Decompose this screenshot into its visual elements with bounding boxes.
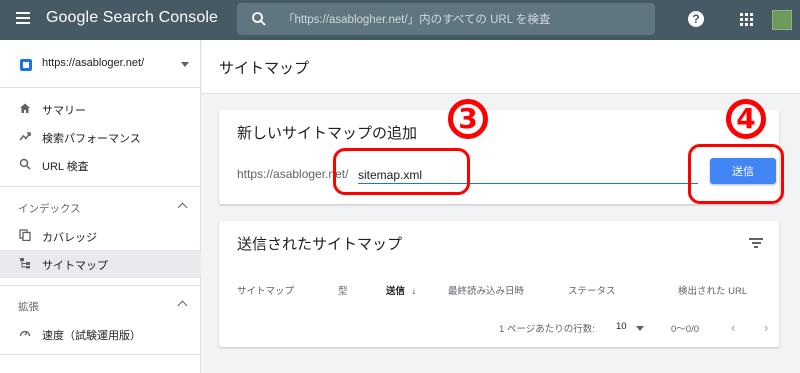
section-label: インデックス [18, 203, 81, 215]
section-index[interactable]: インデックス [0, 194, 201, 220]
help-icon[interactable]: ? [688, 11, 704, 27]
url-inspection-search[interactable]: 「https://asablogher.net/」内のすべての URL を検査 [237, 3, 655, 35]
search-icon [18, 158, 32, 172]
caret-down-icon[interactable] [181, 62, 189, 67]
sidebar-item-coverage[interactable]: カバレッジ [0, 222, 201, 250]
sidebar-item-label: サマリー [42, 105, 86, 117]
annotation-button-highlight [688, 144, 784, 204]
column-header-type[interactable]: 型 [338, 283, 348, 297]
sitemap-icon [18, 257, 32, 271]
apps-grid-icon[interactable] [740, 13, 754, 27]
add-sitemap-title: 新しいサイトマップの追加 [237, 125, 418, 142]
page-header: サイトマップ [202, 40, 800, 94]
sidebar-item-label: カバレッジ [42, 232, 97, 244]
sidebar-item-label: サイトマップ [42, 260, 108, 272]
trending-up-icon [18, 130, 32, 144]
property-icon [20, 59, 32, 71]
speed-icon [18, 327, 32, 341]
column-header-sitemap[interactable]: サイトマップ [237, 283, 294, 297]
submitted-sitemaps-title: 送信されたサイトマップ [237, 236, 403, 253]
annotation-label: 4 [726, 99, 766, 139]
annotation-number-4: 4 [726, 92, 766, 139]
column-header-discovered-urls[interactable]: 検出された URL [678, 283, 747, 297]
next-page-icon[interactable]: › [764, 320, 768, 335]
property-url: https://asabloger.net/ [42, 57, 145, 69]
annotation-number-3: 3 [448, 92, 488, 139]
sidebar-item-label: 速度（試験運用版） [42, 330, 141, 342]
sidebar-divider [0, 186, 201, 187]
submitted-sitemaps-card: 送信されたサイトマップ サイトマップ 型 送信 ↓ 最終読み込み日時 ステータス… [219, 221, 779, 347]
search-placeholder[interactable]: 「https://asablogher.net/」内のすべての URL を検査 [283, 11, 550, 27]
annotation-input-highlight [333, 148, 470, 195]
sidebar-item-sitemaps[interactable]: サイトマップ [0, 250, 201, 278]
home-icon [18, 102, 32, 116]
column-header-submitted[interactable]: 送信 ↓ [386, 283, 416, 297]
sidebar-item-label: URL 検査 [42, 161, 89, 173]
search-icon [252, 12, 266, 26]
rows-per-page-label: 1 ページあたりの行数: [499, 324, 595, 335]
menu-icon[interactable] [16, 12, 30, 26]
sidebar-item-label: 検索パフォーマンス [42, 133, 141, 145]
section-enhancements[interactable]: 拡張 [0, 292, 201, 318]
section-label: 拡張 [18, 301, 39, 313]
sitemap-url-prefix: https://asabloger.net/ [237, 167, 349, 181]
sidebar: https://asabloger.net/ サマリー 検索パフォーマンス UR… [0, 40, 201, 373]
chevron-up-icon[interactable] [177, 202, 188, 213]
sidebar-item-url-inspection[interactable]: URL 検査 [0, 151, 201, 179]
copy-icon [18, 229, 32, 243]
chevron-up-icon[interactable] [177, 300, 188, 311]
sidebar-divider [0, 285, 201, 286]
sidebar-divider [0, 354, 201, 355]
sidebar-item-summary[interactable]: サマリー [0, 95, 201, 123]
column-header-last-read[interactable]: 最終読み込み日時 [448, 283, 524, 297]
filter-icon[interactable] [749, 238, 763, 248]
account-avatar[interactable] [772, 10, 792, 30]
column-label: 送信 [386, 286, 406, 297]
property-selector[interactable]: https://asabloger.net/ [0, 40, 201, 88]
pagination-range: 0〜0/0 [671, 324, 699, 335]
page-title: サイトマップ [219, 60, 310, 77]
caret-down-icon[interactable] [636, 326, 644, 331]
sidebar-item-performance[interactable]: 検索パフォーマンス [0, 123, 201, 151]
sidebar-item-speed[interactable]: 速度（試験運用版） [0, 320, 201, 348]
column-header-status[interactable]: ステータス [568, 283, 616, 297]
arrow-down-icon: ↓ [411, 286, 417, 297]
annotation-label: 3 [448, 99, 488, 139]
prev-page-icon[interactable]: ‹ [731, 320, 735, 335]
rows-per-page-select[interactable]: 10 [616, 321, 627, 332]
brand-title[interactable]: Google Search Console [46, 9, 218, 27]
top-app-bar: Google Search Console 「https://asabloghe… [0, 0, 800, 40]
